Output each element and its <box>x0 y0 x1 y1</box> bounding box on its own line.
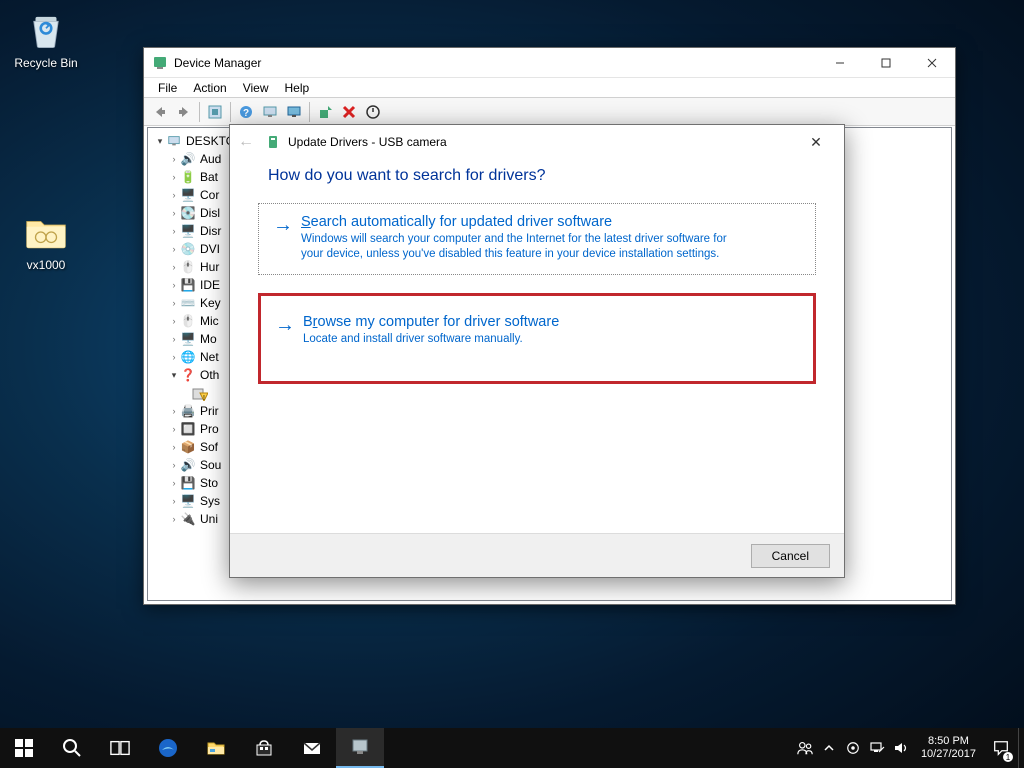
action-center-button[interactable]: 1 <box>984 728 1018 768</box>
tray-network-icon[interactable] <box>865 728 889 768</box>
software-icon: 📦 <box>180 439 196 455</box>
tray-volume-icon[interactable] <box>889 728 913 768</box>
taskbar-store[interactable] <box>240 728 288 768</box>
computer-icon: 🖥️ <box>180 187 196 203</box>
other-icon: ❓ <box>180 367 196 383</box>
dialog-title: Update Drivers - USB camera <box>288 135 796 149</box>
close-button[interactable] <box>909 48 955 77</box>
system-icon: 🖥️ <box>180 493 196 509</box>
menu-view[interactable]: View <box>235 79 277 97</box>
dialog-close-button[interactable]: ✕ <box>796 134 836 151</box>
show-desktop-button[interactable] <box>1018 728 1024 768</box>
taskbar-file-explorer[interactable] <box>192 728 240 768</box>
window-title: Device Manager <box>174 56 817 70</box>
menu-file[interactable]: File <box>150 79 185 97</box>
sound-icon: 🔊 <box>180 457 196 473</box>
option-browse-computer[interactable]: → Browse my computer for driver software… <box>258 293 816 384</box>
taskbar-device-manager[interactable] <box>336 728 384 768</box>
option-search-automatically[interactable]: → Search automatically for updated drive… <box>258 203 816 275</box>
menu-action[interactable]: Action <box>185 79 234 97</box>
network-icon: 🌐 <box>180 349 196 365</box>
toolbar-show-hidden-button[interactable] <box>203 100 227 124</box>
tray-clock[interactable]: 8:50 PM 10/27/2017 <box>913 735 984 761</box>
tray-overflow[interactable] <box>817 728 841 768</box>
monitor-icon: 🖥️ <box>180 331 196 347</box>
hid-icon: 🖱️ <box>180 259 196 275</box>
desktop-icon-vx1000[interactable]: vx1000 <box>8 208 84 272</box>
task-view-button[interactable] <box>96 728 144 768</box>
option-description: Locate and install driver software manua… <box>303 332 733 347</box>
tray-people[interactable] <box>793 728 817 768</box>
keyboard-icon: ⌨️ <box>180 295 196 311</box>
toolbar-scan-button[interactable] <box>258 100 282 124</box>
desktop-icon-label: Recycle Bin <box>8 56 84 70</box>
toolbar: ? <box>144 98 955 126</box>
toolbar-forward-button[interactable] <box>172 100 196 124</box>
start-button[interactable] <box>0 728 48 768</box>
arrow-right-icon: → <box>275 314 303 347</box>
storage-icon: 💾 <box>180 475 196 491</box>
toolbar-help-button[interactable]: ? <box>234 100 258 124</box>
recycle-bin-icon <box>22 6 70 54</box>
toolbar-update-driver-button[interactable] <box>313 100 337 124</box>
search-button[interactable] <box>48 728 96 768</box>
cancel-button[interactable]: Cancel <box>751 544 830 568</box>
dvd-icon: 💿 <box>180 241 196 257</box>
arrow-right-icon: → <box>273 214 301 262</box>
taskbar: 8:50 PM 10/27/2017 1 <box>0 728 1024 768</box>
battery-icon: 🔋 <box>180 169 196 185</box>
warning-icon: ! <box>192 385 208 401</box>
processor-icon: 🔲 <box>180 421 196 437</box>
audio-icon: 🔊 <box>180 151 196 167</box>
desktop-icon-recycle-bin[interactable]: Recycle Bin <box>8 6 84 70</box>
printer-icon: 🖨️ <box>180 403 196 419</box>
titlebar[interactable]: Device Manager <box>144 48 955 78</box>
menubar: File Action View Help <box>144 78 955 98</box>
taskbar-edge[interactable] <box>144 728 192 768</box>
taskbar-mail[interactable] <box>288 728 336 768</box>
notification-badge: 1 <box>1003 752 1013 762</box>
device-manager-icon <box>152 55 168 71</box>
back-button[interactable]: ← <box>238 133 260 151</box>
driver-icon <box>266 134 282 150</box>
dialog-heading: How do you want to search for drivers? <box>230 159 844 203</box>
minimize-button[interactable] <box>817 48 863 77</box>
maximize-button[interactable] <box>863 48 909 77</box>
svg-text:?: ? <box>243 108 249 119</box>
folder-icon <box>22 208 70 256</box>
disk-icon: 💽 <box>180 205 196 221</box>
svg-text:!: ! <box>203 395 205 401</box>
ide-icon: 💾 <box>180 277 196 293</box>
display-icon: 🖥️ <box>180 223 196 239</box>
toolbar-uninstall-button[interactable] <box>337 100 361 124</box>
mouse-icon: 🖱️ <box>180 313 196 329</box>
option-description: Windows will search your computer and th… <box>301 232 731 262</box>
computer-icon <box>166 133 182 149</box>
menu-help[interactable]: Help <box>277 79 318 97</box>
toolbar-properties-button[interactable] <box>282 100 306 124</box>
tray-location-icon[interactable] <box>841 728 865 768</box>
option-title: Search automatically for updated driver … <box>301 214 801 230</box>
desktop-icon-label: vx1000 <box>8 258 84 272</box>
toolbar-back-button[interactable] <box>148 100 172 124</box>
toolbar-disable-button[interactable] <box>361 100 385 124</box>
update-drivers-dialog: ← Update Drivers - USB camera ✕ How do y… <box>229 124 845 578</box>
usb-icon: 🔌 <box>180 511 196 527</box>
option-title: Browse my computer for driver software <box>303 314 799 330</box>
